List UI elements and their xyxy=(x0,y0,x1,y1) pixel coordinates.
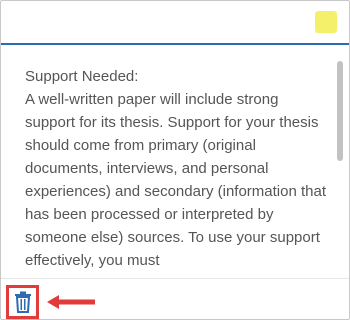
pointer-arrow-icon xyxy=(47,295,95,309)
note-color-swatch[interactable] xyxy=(315,11,337,33)
note-header xyxy=(1,1,349,45)
trash-icon xyxy=(14,291,31,313)
note-text[interactable]: Support Needed: A well-written paper wil… xyxy=(25,65,329,272)
note-card: Support Needed: A well-written paper wil… xyxy=(0,0,350,320)
note-content[interactable]: Support Needed: A well-written paper wil… xyxy=(1,45,349,277)
note-scrollbar[interactable] xyxy=(335,45,347,277)
scrollbar-thumb[interactable] xyxy=(337,61,343,161)
delete-note-button[interactable] xyxy=(6,285,39,319)
note-footer xyxy=(1,278,349,320)
